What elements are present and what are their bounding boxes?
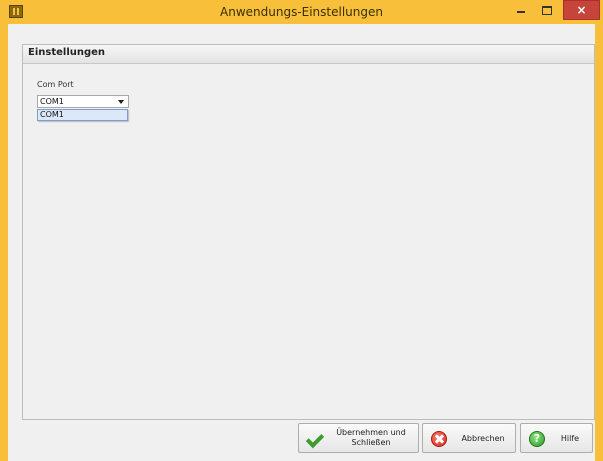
com-port-option-label: COM1 [40,110,64,119]
settings-panel-header: Einstellungen [23,45,594,64]
cancel-label: Abbrechen [461,433,505,443]
com-port-label: Com Port [37,80,74,89]
checkmark-icon [307,431,325,447]
cancel-icon [431,431,447,447]
minimize-icon [517,11,525,13]
com-port-selected-value: COM1 [40,97,64,106]
maximize-button[interactable] [534,0,560,20]
help-icon: ? [529,431,545,447]
settings-panel-title: Einstellungen [28,47,106,58]
chevron-down-icon[interactable] [118,100,124,104]
apply-and-close-button[interactable]: Übernehmen und Schließen [298,423,419,453]
close-icon: × [576,3,587,17]
apply-and-close-label: Übernehmen und Schließen [336,428,406,447]
com-port-option[interactable]: COM1 [38,110,127,120]
cancel-button[interactable]: Abbrechen [422,423,516,453]
settings-window: Anwendungs-Einstellungen × Einstellungen… [0,0,603,461]
window-client-area: Einstellungen Com Port COM1 COM1 Überneh… [8,24,595,461]
title-bar[interactable]: Anwendungs-Einstellungen × [0,0,603,24]
help-label: Hilfe [560,433,580,443]
com-port-dropdown-list[interactable]: COM1 [37,109,128,121]
close-button[interactable]: × [563,0,600,20]
minimize-button[interactable] [508,0,534,20]
maximize-icon [542,6,552,15]
settings-panel: Einstellungen Com Port COM1 COM1 [22,44,595,420]
help-button[interactable]: ? Hilfe [520,423,593,453]
com-port-select[interactable]: COM1 [37,95,129,108]
